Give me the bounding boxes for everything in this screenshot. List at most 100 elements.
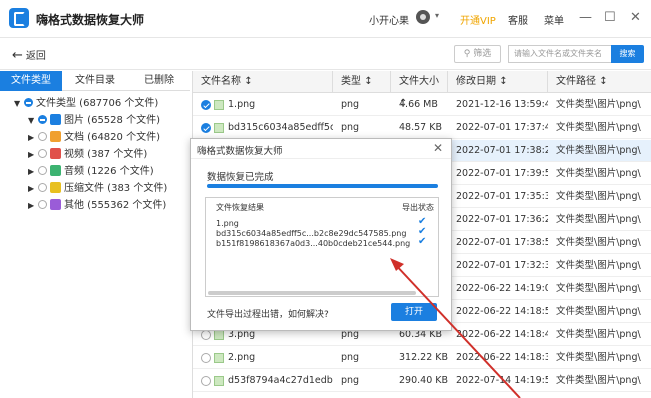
menu-button[interactable]: 菜单 [544, 12, 564, 27]
tree-item-label: 音频 (1226 个文件) [64, 166, 154, 177]
open-button[interactable]: 打开 [391, 303, 437, 321]
tree-item-label: 视频 (387 个文件) [64, 149, 148, 160]
image-thumbnail-icon [214, 330, 224, 340]
recovery-result-list: 文件恢复结果 导出状态 1.png bd315c6034a85edff5c...… [205, 197, 439, 297]
search-input[interactable]: 请输入文件名或文件夹名 [508, 45, 611, 63]
tab-deleted[interactable]: 已删除 [128, 71, 190, 91]
title-bar: 嗨格式数据恢复大师 小开心果 ▾ 开通VIP 客服 菜单 — ☐ ✕ [0, 0, 651, 38]
expand-icon[interactable]: ▶ [28, 130, 38, 146]
tree-item-label: 其他 (555362 个文件) [64, 200, 167, 211]
tree-checkbox[interactable] [38, 149, 47, 158]
cell-date: 2022-07-01 17:38:24 [456, 145, 548, 156]
minimize-icon[interactable]: — [579, 10, 592, 25]
cell-date: 2022-07-01 17:36:28 [456, 214, 548, 225]
table-row[interactable]: bd315c6034a85edff5c41... png 48.57 KB 2022-… [193, 117, 651, 139]
close-icon[interactable]: ✕ [630, 10, 641, 25]
tree-item-root[interactable]: ▼ 文件类型 (687706 个文件) [14, 96, 158, 112]
cell-path: 文件类型\图片\png\ [556, 145, 641, 156]
cell-path: 文件类型\图片\png\ [556, 99, 641, 110]
maximize-icon[interactable]: ☐ [604, 10, 616, 25]
tree-checkbox[interactable] [38, 132, 47, 141]
collapse-icon[interactable]: ▼ [28, 113, 38, 129]
column-header-date[interactable]: 修改日期 ↕ [448, 71, 548, 93]
cell-path: 文件类型\图片\png\ [556, 260, 641, 271]
tree-checkbox[interactable] [38, 115, 47, 124]
tree-checkbox[interactable] [38, 183, 47, 192]
cell-date: 2022-06-22 14:18:35 [456, 352, 548, 363]
table-row[interactable]: 2.png png 312.22 KB 2022-06-22 14:18:35 文件类型… [193, 347, 651, 369]
expand-icon[interactable]: ▶ [28, 198, 38, 214]
column-header-size[interactable]: 文件大小 ↕ [391, 71, 448, 109]
service-button[interactable]: 客服 [508, 12, 528, 27]
tree-item-label: 文件类型 (687706 个文件) [36, 98, 159, 109]
cell-name: 2.png [228, 352, 256, 363]
dialog-close-icon[interactable]: ✕ [433, 141, 443, 155]
vip-button[interactable]: 开通VIP [460, 12, 496, 27]
tree-item-label: 图片 (65528 个文件) [64, 115, 160, 126]
row-checkbox[interactable] [201, 330, 211, 340]
status-column-header: 导出状态 [402, 203, 434, 212]
sort-icon: ↕ [244, 76, 253, 87]
image-thumbnail-icon [214, 123, 224, 133]
file-type-tree: ▼ 文件类型 (687706 个文件) ▼ 图片 (65528 个文件) ▶ 文档 (… [0, 92, 190, 398]
expand-icon[interactable]: ▶ [28, 147, 38, 163]
dialog-header: 嗨格式数据恢复大师 ✕ [191, 139, 451, 159]
sort-icon: ↕ [364, 76, 373, 87]
cell-date: 2022-07-01 17:38:56 [456, 237, 548, 248]
search-button[interactable]: 搜索 [611, 45, 644, 63]
image-thumbnail-icon [214, 100, 224, 110]
row-checkbox[interactable] [201, 376, 211, 386]
back-button[interactable]: ← 返回 [12, 47, 46, 63]
row-checkbox[interactable] [201, 100, 211, 110]
result-column-header: 文件恢复结果 [216, 203, 264, 212]
recovery-complete-dialog: 嗨格式数据恢复大师 ✕ 数据恢复已完成 文件恢复结果 导出状态 1.png bd… [190, 138, 452, 331]
cell-date: 2022-07-01 17:32:30 [456, 260, 548, 271]
cell-size: 290.40 KB [399, 375, 449, 386]
tree-item-images[interactable]: ▼ 图片 (65528 个文件) [28, 113, 160, 129]
cell-type: png [341, 99, 360, 110]
row-checkbox[interactable] [201, 123, 211, 133]
tree-item-label: 压缩文件 (383 个文件) [64, 183, 168, 194]
tab-file-directory[interactable]: 文件目录 [64, 71, 126, 91]
tree-item-audio[interactable]: ▶ 音频 (1226 个文件) [28, 164, 154, 180]
tree-checkbox[interactable] [24, 98, 33, 107]
success-check-icon: ✔ [418, 236, 427, 247]
table-row[interactable]: 1.png png 4.66 MB 2021-12-16 13:59:49 文件类型\图… [193, 94, 651, 116]
cell-path: 文件类型\图片\png\ [556, 329, 641, 340]
user-avatar-icon[interactable] [416, 10, 430, 24]
expand-icon[interactable]: ▶ [28, 181, 38, 197]
tree-checkbox[interactable] [38, 200, 47, 209]
cell-size: 48.57 KB [399, 122, 442, 133]
tree-item-archives[interactable]: ▶ 压缩文件 (383 个文件) [28, 181, 167, 197]
cell-size: 4.66 MB [399, 99, 438, 110]
tree-item-documents[interactable]: ▶ 文档 (64820 个文件) [28, 130, 160, 146]
horizontal-scrollbar[interactable] [208, 291, 416, 295]
app-title: 嗨格式数据恢复大师 [36, 13, 145, 27]
tree-item-videos[interactable]: ▶ 视频 (387 个文件) [28, 147, 147, 163]
tab-file-type[interactable]: 文件类型 [0, 71, 62, 91]
cell-date: 2022-07-01 17:39:58 [456, 168, 548, 179]
tree-item-other[interactable]: ▶ 其他 (555362 个文件) [28, 198, 166, 214]
filter-button[interactable]: ⚲ 筛选 [454, 45, 501, 63]
back-label: 返回 [25, 51, 46, 62]
user-name[interactable]: 小开心果 [369, 12, 409, 27]
column-header-name[interactable]: 文件名称 ↕ [193, 71, 333, 93]
table-row[interactable]: d53f8794a4c27d1edb76... png 290.40 KB 2022-… [193, 370, 651, 392]
recovered-file: 1.png [216, 219, 239, 228]
column-header-type[interactable]: 类型 ↕ [333, 71, 391, 93]
column-header-path[interactable]: 文件路径 ↕ [548, 71, 651, 93]
filter-label: 筛选 [473, 49, 492, 59]
user-dropdown-icon[interactable]: ▾ [435, 11, 439, 20]
cell-date: 2022-06-22 14:18:56 [456, 306, 548, 317]
tree-checkbox[interactable] [38, 166, 47, 175]
app-logo-icon [9, 8, 29, 28]
recovered-file: bd315c6034a85edff5c...b2c8e29dc547585.pn… [216, 229, 407, 238]
cell-date: 2022-07-01 17:35:31 [456, 191, 548, 202]
help-link[interactable]: 文件导出过程出错，如何解决? [207, 307, 329, 320]
tree-item-label: 文档 (64820 个文件) [64, 132, 160, 143]
collapse-icon[interactable]: ▼ [14, 96, 24, 112]
row-checkbox[interactable] [201, 353, 211, 363]
dialog-status: 数据恢复已完成 [207, 172, 274, 183]
expand-icon[interactable]: ▶ [28, 164, 38, 180]
sort-icon: ↕ [599, 76, 608, 87]
